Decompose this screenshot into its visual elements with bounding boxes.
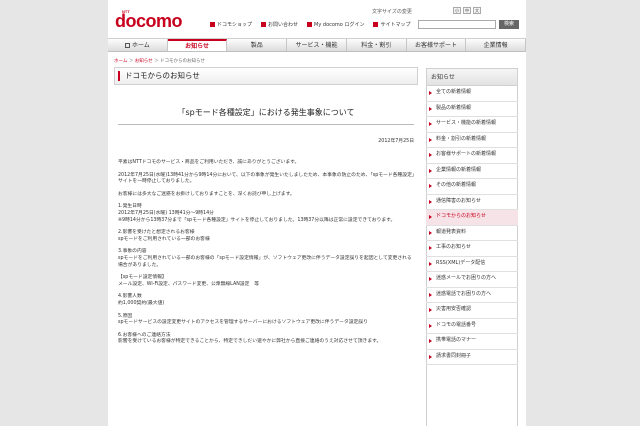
article-paragraph: 3.事象の内容 spモードをご利用されている一部のお客様の「spモード設定情報」… xyxy=(118,249,412,268)
breadcrumb: ホーム ＞ お知らせ ＞ ドコモからのお知らせ xyxy=(114,59,205,64)
article-date: 2012年7月25日 xyxy=(378,139,414,144)
article-paragraph: お客様には多大なご迷惑をお掛けしておりますことを、深くお詫び申し上げます。 xyxy=(118,191,295,197)
home-icon xyxy=(124,43,130,48)
page: NTT docomo 文字サイズの変更 小 中 大 ドコモショップ お問い合わせ… xyxy=(108,0,526,426)
search-button[interactable]: 検索 xyxy=(499,20,519,29)
mail-icon xyxy=(261,22,267,27)
tab-support[interactable]: お客様サポート xyxy=(407,39,467,51)
sidebar-item[interactable]: 企業情報の新着情報 xyxy=(426,164,518,179)
sidebar-item[interactable]: 携帯電話のマナー xyxy=(426,334,518,350)
tab-home[interactable]: ホーム xyxy=(108,39,168,51)
sitemap-link[interactable]: サイトマップ xyxy=(373,21,410,28)
mydocomo-login-link[interactable]: My docomo ログイン xyxy=(307,21,364,28)
shop-link[interactable]: ドコモショップ xyxy=(210,21,252,28)
tab-pricing[interactable]: 料金・割引 xyxy=(347,39,407,51)
sidebar-item[interactable]: 迷惑電話でお困りの方へ xyxy=(426,288,518,303)
utility-links: ドコモショップ お問い合わせ My docomo ログイン サイトマップ xyxy=(210,21,410,28)
sidebar-item[interactable]: 災害用安否確認 xyxy=(426,303,518,319)
sidebar-item[interactable]: RSS(XML)データ配信 xyxy=(426,257,518,272)
text-size-large-button[interactable]: 大 xyxy=(473,7,481,14)
contact-link[interactable]: お問い合わせ xyxy=(261,21,298,28)
article-paragraph: 6.お客様へのご連絡方法 影響を受けているお客様が特定できることから、特定できし… xyxy=(118,332,382,345)
article-paragraph: 平素はNTTドコモのサービス・商品をご利用いただき、誠にありがとうございます。 xyxy=(118,160,300,165)
section-title: ドコモからのお知らせ xyxy=(114,67,418,85)
sidebar-item[interactable]: ドコモの電話番号 xyxy=(426,319,518,334)
docomo-logo[interactable]: docomo xyxy=(115,11,183,32)
user-icon xyxy=(307,22,313,27)
breadcrumb-current: ドコモからのお知らせ xyxy=(160,59,205,64)
main-nav: ホーム お知らせ 製品 サービス・機能 料金・割引 お客様サポート 企業情報 xyxy=(108,38,526,52)
article-paragraph: 1.発生日時 2012年7月25日(水曜) 13時41分～9時14分 ※9時14… xyxy=(118,204,396,223)
sidebar-item[interactable]: 工事のお知らせ xyxy=(426,241,518,257)
sidebar-item[interactable]: その他の新着情報 xyxy=(426,179,518,195)
sidebar-item[interactable]: 報道発表資料 xyxy=(426,226,518,241)
article-paragraph: 4.影響人数 約1,000契約(最大値) xyxy=(118,294,165,306)
text-size-small-button[interactable]: 小 xyxy=(453,7,461,14)
article-paragraph: 【spモード設定情報】 メール設定、Wi-Fi設定、パスワード変更、公衆無線LA… xyxy=(118,275,260,287)
tab-services[interactable]: サービス・機能 xyxy=(287,39,347,51)
sidebar-item[interactable]: 通信障害のお知らせ xyxy=(426,195,518,210)
breadcrumb-notices[interactable]: お知らせ xyxy=(135,59,153,64)
sidebar-item[interactable]: 製品の新着情報 xyxy=(426,102,518,117)
article-paragraph: 5.原因 spモードサービスの設定変更サイトのアクセスを管理するサーバーにおける… xyxy=(118,313,368,326)
text-size-medium-button[interactable]: 中 xyxy=(463,7,471,14)
sitemap-icon xyxy=(373,22,379,27)
tab-products[interactable]: 製品 xyxy=(227,39,288,51)
tab-corporate[interactable]: 企業情報 xyxy=(466,39,526,51)
article-paragraph: 2012年7月25日(水曜)13時41分から9時14分において、以下の事象が発生… xyxy=(118,172,415,185)
sidebar-item[interactable]: お客様サポートの新着情報 xyxy=(426,148,518,164)
sidebar-heading: お知らせ xyxy=(426,68,518,86)
tab-notices[interactable]: お知らせ xyxy=(167,39,228,51)
article-body: 平素はNTTドコモのサービス・商品をご利用いただき、誠にありがとうございます。 2… xyxy=(118,160,416,352)
sidebar-item[interactable]: 迷惑メールでお困りの方へ xyxy=(426,272,518,288)
article-title: 「spモード各種設定」における発生事象について xyxy=(177,108,355,117)
sidebar-item[interactable]: 請求書同封冊子 xyxy=(426,350,518,365)
text-size-label: 文字サイズの変更 xyxy=(372,9,412,15)
article-paragraph: 2.影響を受けたと想定されるお客様 spモードをご利用されている一部のお客様 xyxy=(118,230,210,242)
sidebar-item[interactable]: ドコモからのお知らせ xyxy=(426,210,518,226)
search-input[interactable] xyxy=(418,20,496,29)
sidebar-item[interactable]: 全ての新着情報 xyxy=(426,86,518,102)
sidebar-item[interactable]: サービス・機能の新着情報 xyxy=(426,117,518,133)
title-divider xyxy=(118,124,414,125)
sidebar: お知らせ 全ての新着情報 製品の新着情報 サービス・機能の新着情報 料金・割引の新着情… xyxy=(426,68,518,365)
shop-icon xyxy=(210,22,215,27)
sidebar-item[interactable]: 料金・割引の新着情報 xyxy=(426,133,518,148)
breadcrumb-home[interactable]: ホーム xyxy=(114,59,127,64)
